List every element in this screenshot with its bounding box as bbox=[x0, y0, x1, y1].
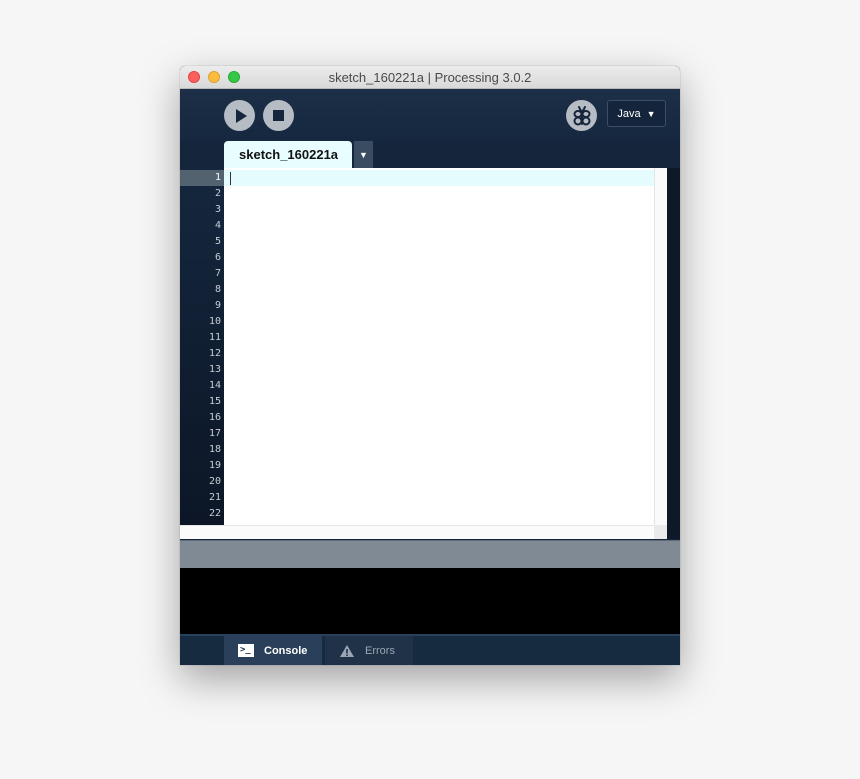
butterfly-debug-icon bbox=[573, 105, 590, 125]
horizontal-scrollbar[interactable] bbox=[180, 525, 667, 539]
editor-right-margin bbox=[667, 168, 680, 539]
status-bar bbox=[180, 540, 680, 568]
mode-label: Java bbox=[617, 107, 641, 120]
current-line-highlight bbox=[224, 170, 654, 186]
code-editor[interactable] bbox=[224, 168, 654, 525]
line-number: 16 bbox=[208, 412, 221, 423]
tab-console[interactable]: >_ Console bbox=[224, 636, 322, 665]
tab-errors[interactable]: Errors bbox=[325, 636, 413, 665]
stop-button[interactable] bbox=[263, 100, 294, 131]
console-tab-label: Console bbox=[264, 644, 308, 657]
line-number: 9 bbox=[214, 300, 221, 311]
line-number: 8 bbox=[214, 284, 221, 295]
line-number: 21 bbox=[208, 492, 221, 503]
tab-sketch[interactable]: sketch_160221a bbox=[224, 141, 352, 168]
line-number: 17 bbox=[208, 428, 221, 439]
line-number: 20 bbox=[208, 476, 221, 487]
line-number: 2 bbox=[214, 188, 221, 199]
warning-icon bbox=[340, 644, 354, 657]
text-caret bbox=[230, 172, 231, 185]
play-icon bbox=[235, 108, 247, 123]
scrollbar-corner bbox=[654, 525, 667, 539]
line-number: 4 bbox=[214, 220, 221, 231]
line-number: 12 bbox=[208, 348, 221, 359]
terminal-icon: >_ bbox=[238, 644, 254, 657]
line-number-gutter: 1 2 3 4 5 6 7 8 9 10 11 12 13 14 15 16 17 18 19 20 21 22 bbox=[180, 168, 224, 525]
line-number: 1 bbox=[180, 170, 224, 186]
line-number: 22 bbox=[208, 508, 221, 519]
debug-button[interactable] bbox=[566, 100, 597, 131]
tab-label: sketch_160221a bbox=[239, 147, 339, 162]
tab-menu-button[interactable]: ▼ bbox=[354, 141, 373, 168]
run-button[interactable] bbox=[224, 100, 255, 131]
errors-tab-label: Errors bbox=[365, 644, 395, 657]
line-number: 14 bbox=[208, 380, 221, 391]
window-title: sketch_160221a | Processing 3.0.2 bbox=[328, 70, 532, 85]
title-bar: sketch_160221a | Processing 3.0.2 bbox=[180, 66, 680, 89]
stop-icon bbox=[273, 110, 284, 121]
vertical-scrollbar[interactable] bbox=[654, 168, 667, 525]
line-number: 7 bbox=[214, 268, 221, 279]
footer-tabs: >_ Console Errors bbox=[180, 634, 680, 665]
mode-selector[interactable]: Java ▼ bbox=[607, 100, 666, 127]
line-number: 18 bbox=[208, 444, 221, 455]
line-number: 13 bbox=[208, 364, 221, 375]
line-number: 19 bbox=[208, 460, 221, 471]
line-number: 10 bbox=[208, 316, 221, 327]
chevron-down-icon: ▼ bbox=[359, 149, 368, 160]
toolbar: Java ▼ bbox=[180, 89, 680, 141]
line-number: 6 bbox=[214, 252, 221, 263]
line-number: 5 bbox=[214, 236, 221, 247]
line-number: 11 bbox=[208, 332, 221, 343]
chevron-down-icon: ▼ bbox=[646, 108, 656, 119]
processing-window: sketch_160221a | Processing 3.0.2 Java ▼… bbox=[180, 66, 680, 665]
console-output[interactable] bbox=[180, 568, 680, 634]
line-number: 3 bbox=[214, 204, 221, 215]
line-number: 15 bbox=[208, 396, 221, 407]
